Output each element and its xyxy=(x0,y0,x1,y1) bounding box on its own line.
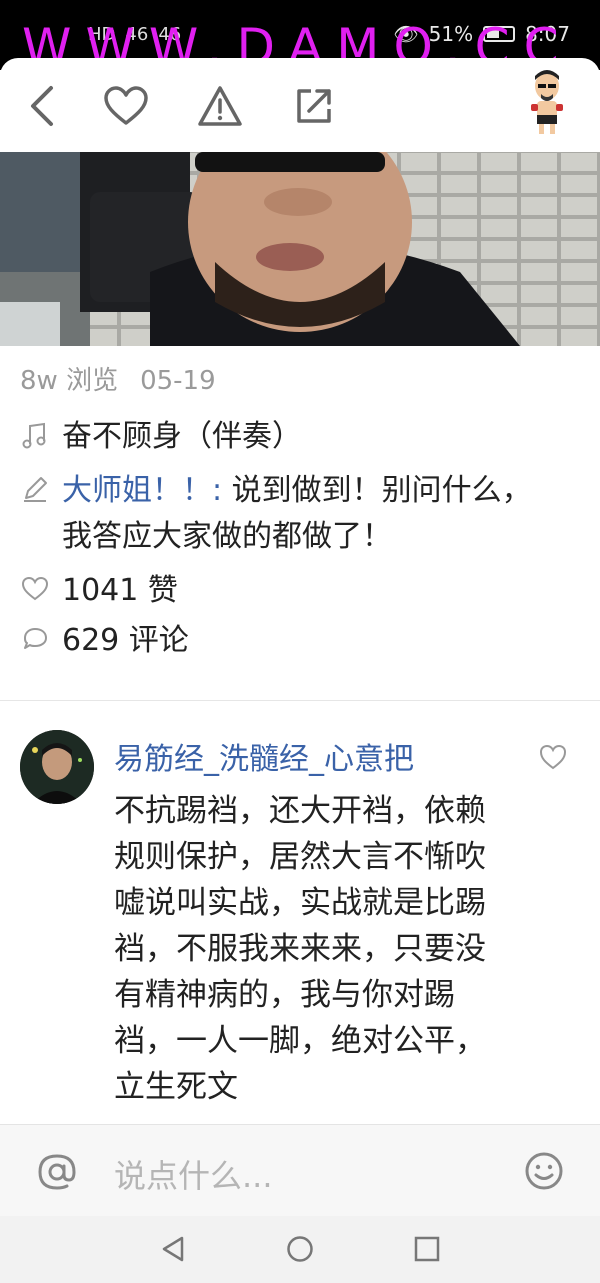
heart-outline-icon xyxy=(21,576,49,601)
song-row[interactable]: 奋不顾身（伴奏） xyxy=(20,414,302,460)
likes-row[interactable]: 1041 赞 xyxy=(20,568,178,614)
mention-icon[interactable] xyxy=(36,1151,78,1193)
back-arrow-icon xyxy=(31,86,53,126)
warning-icon xyxy=(198,86,242,126)
comments-count: 629 评论 xyxy=(62,623,189,658)
heart-icon xyxy=(104,86,148,125)
commenter-username[interactable]: 易筋经_洗髓经_心意把 xyxy=(114,734,414,778)
comment-body: 不抗踢裆，还大开裆，依赖规则保护，居然大言不惭吹嘘说叫实战，实战就是比踢裆，不服… xyxy=(114,793,486,1105)
likes-count: 1041 赞 xyxy=(62,573,178,608)
comment-like-icon[interactable] xyxy=(538,742,568,772)
nav-back-icon[interactable] xyxy=(158,1234,188,1264)
view-count: 8w 浏览 xyxy=(20,366,119,396)
share-button[interactable] xyxy=(286,78,342,134)
comment-input[interactable]: 说点什么... xyxy=(114,1151,273,1197)
post-photo[interactable] xyxy=(0,152,600,346)
share-icon xyxy=(297,89,331,123)
back-button[interactable] xyxy=(14,78,70,134)
like-post-button[interactable] xyxy=(98,78,154,134)
caption-text: 大师姐！！: 说到做到！别问什么，我答应大家做的都做了！ xyxy=(62,468,532,560)
nav-recents-icon[interactable] xyxy=(412,1234,442,1264)
post-date: 05-19 xyxy=(140,366,216,396)
commenter-avatar[interactable] xyxy=(20,730,94,804)
post-meta: 8w 浏览 05-19 xyxy=(20,360,216,397)
comment-bubble-icon xyxy=(24,628,47,649)
emoji-icon[interactable] xyxy=(524,1151,564,1191)
user-avatar-cartoon[interactable] xyxy=(522,68,572,138)
report-button[interactable] xyxy=(192,78,248,134)
song-title[interactable]: 奋不顾身（伴奏） xyxy=(62,414,302,460)
comments-row[interactable]: 629 评论 xyxy=(20,618,189,664)
system-nav-bar xyxy=(0,1216,600,1283)
nav-home-icon[interactable] xyxy=(285,1234,315,1264)
top-nav-bar xyxy=(0,58,600,152)
caption-row: 大师姐！！: 说到做到！别问什么，我答应大家做的都做了！ xyxy=(20,468,560,560)
music-note-icon xyxy=(22,422,46,449)
section-divider xyxy=(0,700,600,701)
caption-author[interactable]: 大师姐！！: xyxy=(62,473,222,508)
pencil-icon xyxy=(24,477,47,502)
comment-input-bar: 说点什么... xyxy=(0,1124,600,1216)
